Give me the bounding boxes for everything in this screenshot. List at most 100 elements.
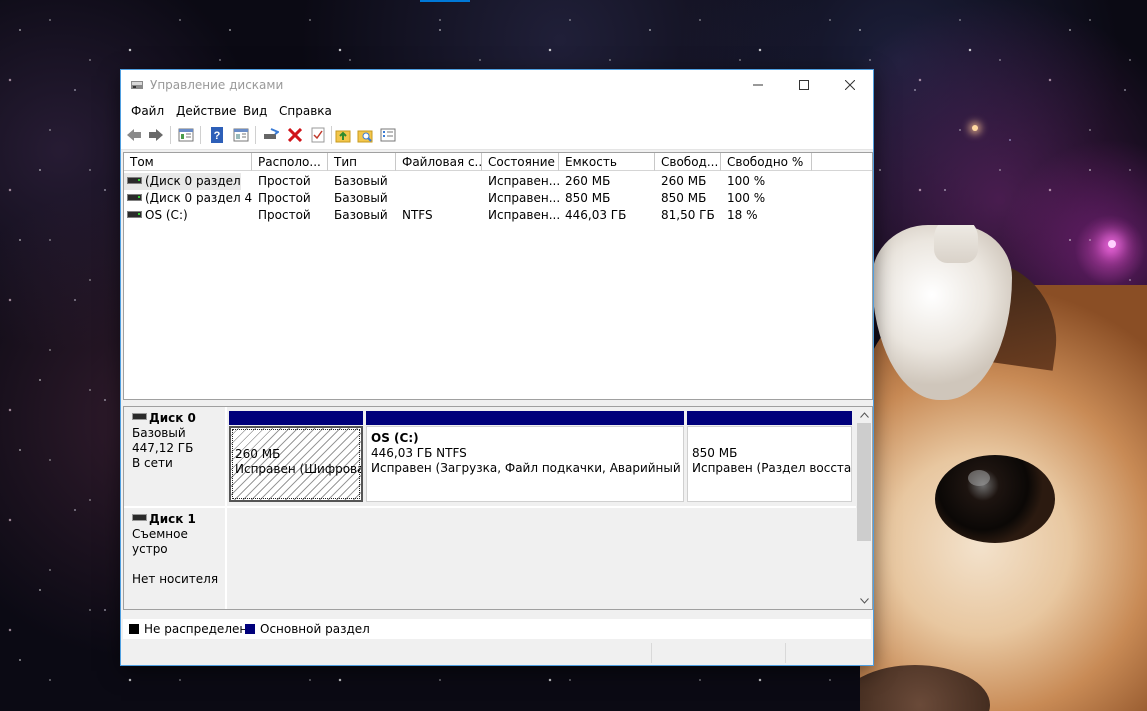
cell-status: Исправен...: [488, 191, 559, 205]
column-header-layout[interactable]: Располо...: [252, 153, 328, 171]
cell-type: Базовый: [334, 174, 388, 188]
partition-1-size: 260 МБ: [235, 447, 281, 461]
cell-free: 260 МБ: [661, 174, 707, 188]
cell-capacity: 850 МБ: [565, 191, 611, 205]
window-title: Управление дисками: [150, 78, 284, 92]
drive-icon: [127, 177, 142, 184]
column-header-volume[interactable]: Том: [124, 153, 252, 171]
cell-volume: OS (C:): [124, 207, 252, 224]
partition-4-size: 850 МБ: [692, 446, 738, 460]
cell-volume: (Диск 0 раздел 1): [124, 173, 241, 190]
disk-1-row: Диск 1 Съемное устро Нет носителя: [124, 508, 856, 609]
folder-up-icon[interactable]: [334, 126, 352, 144]
disk-1-type: Съемное устро: [132, 527, 188, 556]
column-header-status[interactable]: Состояние: [482, 153, 559, 171]
legend: Не распределена Основной раздел: [123, 619, 871, 639]
cell-free-percent: 100 %: [727, 191, 766, 205]
console-tree-icon[interactable]: [177, 126, 195, 144]
search-folder-icon[interactable]: [356, 126, 374, 144]
menu-view[interactable]: Вид: [243, 104, 267, 118]
toolbar: ?: [121, 122, 873, 150]
cell-free-percent: 18 %: [727, 208, 758, 222]
column-header-free[interactable]: Свобод...: [655, 153, 721, 171]
maximize-button[interactable]: [781, 70, 827, 100]
delete-icon[interactable]: [286, 126, 304, 144]
menu-bar: Файл Действие Вид Справка: [121, 100, 873, 122]
cell-volume: (Диск 0 раздел 4): [124, 190, 252, 207]
title-bar[interactable]: Управление дисками: [121, 70, 873, 100]
partition-4[interactable]: 850 МБ Исправен (Раздел восстано: [687, 411, 852, 502]
disk-1-name: Диск 1: [149, 512, 196, 526]
disk-0-size: 447,12 ГБ: [132, 441, 194, 455]
connect-drive-icon[interactable]: [262, 126, 280, 144]
disk-1-status: Нет носителя: [132, 572, 219, 586]
cell-capacity: 260 МБ: [565, 174, 611, 188]
disk-icon: [132, 413, 147, 420]
scroll-up-icon[interactable]: [856, 407, 872, 423]
menu-action[interactable]: Действие: [176, 104, 236, 118]
disk-management-window: Управление дисками Файл Действие Вид Спр…: [121, 70, 873, 665]
cell-layout: Простой: [258, 208, 311, 222]
legend-swatch-unallocated: [129, 624, 139, 634]
volume-list: Том Располо... Тип Файловая с... Состоян…: [123, 152, 873, 400]
disk-graph-view: Диск 0 Базовый 447,12 ГБ В сети 260 МБ И…: [123, 406, 873, 610]
cell-filesystem: [396, 190, 482, 207]
back-icon[interactable]: [125, 126, 143, 144]
partition-4-status: Исправен (Раздел восстано: [692, 461, 852, 475]
column-header-empty: [812, 153, 872, 171]
disk-icon: [132, 514, 147, 521]
close-button[interactable]: [827, 70, 873, 100]
partition-bar: [229, 411, 363, 425]
partition-os-c-status: Исправен (Загрузка, Файл подкачки, Авари…: [371, 461, 683, 475]
cell-filesystem: NTFS: [402, 208, 433, 222]
partition-4-body: 850 МБ Исправен (Раздел восстано: [687, 426, 852, 502]
table-row[interactable]: OS (C:) Простой Базовый NTFS Исправен...…: [124, 207, 872, 224]
graph-vertical-scrollbar[interactable]: [856, 407, 872, 609]
disk-0-status: В сети: [132, 456, 173, 470]
forward-icon[interactable]: [147, 126, 165, 144]
properties-icon[interactable]: [232, 126, 250, 144]
column-header-type[interactable]: Тип: [328, 153, 396, 171]
svg-text:?: ?: [214, 130, 221, 142]
legend-label-primary: Основной раздел: [260, 622, 370, 636]
dog-with-garlic-image: [860, 225, 1147, 711]
column-header-filesystem[interactable]: Файловая с...: [396, 153, 482, 171]
cell-capacity: 446,03 ГБ: [565, 208, 627, 222]
partition-os-c[interactable]: OS (C:) 446,03 ГБ NTFS Исправен (Загрузк…: [366, 411, 684, 502]
partition-os-c-name: OS (C:): [371, 431, 419, 445]
partition-1-status: Исправен (Шифрован: [235, 462, 363, 476]
disk-0-info[interactable]: Диск 0 Базовый 447,12 ГБ В сети: [124, 407, 227, 506]
cell-status: Исправен...: [488, 208, 559, 222]
help-icon[interactable]: ?: [208, 126, 226, 144]
taskbar-accent: [420, 0, 470, 2]
menu-file[interactable]: Файл: [131, 104, 164, 118]
partition-1[interactable]: 260 МБ Исправен (Шифрован: [229, 411, 363, 502]
partition-bar: [687, 411, 852, 425]
legend-label-unallocated: Не распределена: [144, 622, 255, 636]
cell-layout: Простой: [258, 191, 311, 205]
list-view-icon[interactable]: [379, 126, 397, 144]
partition-os-c-body: OS (C:) 446,03 ГБ NTFS Исправен (Загрузк…: [366, 426, 684, 502]
legend-swatch-primary: [245, 624, 255, 634]
minimize-button[interactable]: [735, 70, 781, 100]
menu-help[interactable]: Справка: [279, 104, 332, 118]
cell-free-percent: 100 %: [727, 174, 766, 188]
drive-icon: [127, 194, 142, 201]
drive-icon: [127, 211, 142, 218]
disk-1-empty-area: [229, 508, 856, 603]
scrollbar-thumb[interactable]: [857, 423, 871, 541]
check-icon[interactable]: [309, 126, 327, 144]
partition-os-c-size: 446,03 ГБ NTFS: [371, 446, 467, 460]
table-row[interactable]: (Диск 0 раздел 4) Простой Базовый Исправ…: [124, 190, 872, 207]
cell-type: Базовый: [334, 208, 388, 222]
cell-type: Базовый: [334, 191, 388, 205]
column-header-capacity[interactable]: Емкость: [559, 153, 655, 171]
cell-free: 81,50 ГБ: [661, 208, 715, 222]
disk-1-info[interactable]: Диск 1 Съемное устро Нет носителя: [124, 508, 227, 609]
cell-layout: Простой: [258, 174, 311, 188]
cell-free: 850 МБ: [661, 191, 707, 205]
scroll-down-icon[interactable]: [856, 593, 872, 609]
column-header-free-percent[interactable]: Свободно %: [721, 153, 812, 171]
disk-0-name: Диск 0: [149, 411, 196, 425]
table-row[interactable]: (Диск 0 раздел 1) Простой Базовый Исправ…: [124, 173, 872, 190]
